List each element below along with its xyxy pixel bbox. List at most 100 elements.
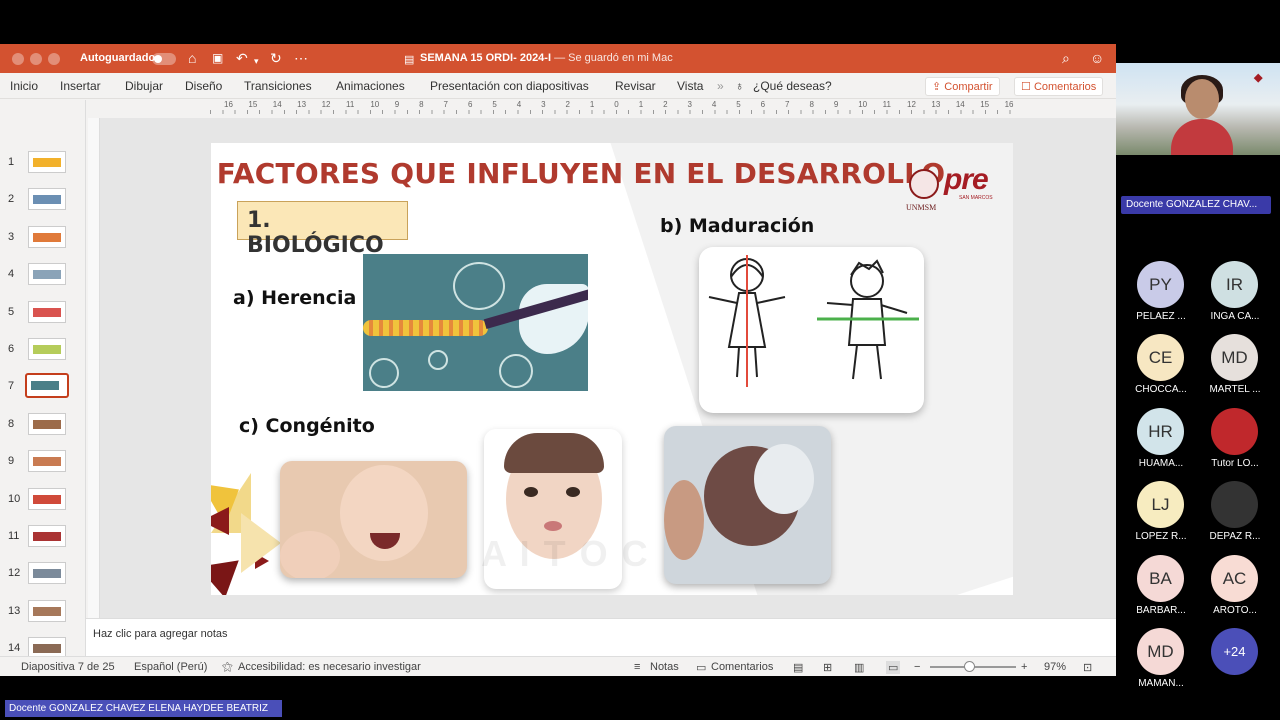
slide-preview <box>28 225 66 248</box>
participant-tile[interactable]: +24 <box>1201 628 1271 694</box>
participant-tile[interactable]: AC AROTO... <box>1201 554 1271 621</box>
slide-preview <box>25 373 69 399</box>
slide-thumbnail[interactable]: 12 <box>0 559 86 589</box>
slide-7[interactable]: FACTORES QUE INFLUYEN EN EL DESARROLLO U… <box>211 143 1013 595</box>
slide-sorter-icon[interactable]: ⊞ <box>823 661 832 674</box>
slideshow-icon[interactable]: ▭ <box>886 661 901 674</box>
organ-circle-icon <box>499 354 533 388</box>
slide-thumbnail[interactable]: 9 <box>0 447 86 477</box>
slide-preview <box>28 412 66 435</box>
tab-revisar[interactable]: Revisar <box>615 79 656 93</box>
brain-circle-icon <box>369 358 399 388</box>
redo-icon[interactable]: ↻ <box>270 50 282 66</box>
tab-animaciones[interactable]: Animaciones <box>336 79 405 93</box>
slide-thumbnail[interactable]: 5 <box>0 298 86 328</box>
tab-dibujar[interactable]: Dibujar <box>125 79 163 93</box>
logo-pre-text: pre <box>944 163 989 196</box>
account-icon[interactable]: ☺ <box>1090 50 1104 66</box>
slide-thumbnail[interactable]: 11 <box>0 522 86 552</box>
participant-avatar: CE <box>1137 334 1184 382</box>
zoom-slider-handle[interactable] <box>964 661 975 672</box>
lightbulb-icon: ♁ <box>735 79 744 93</box>
slide-thumbnail[interactable]: 10 <box>0 485 86 515</box>
participant-name: HUAMA... <box>1138 457 1184 469</box>
ruler-label: 0 <box>614 100 619 109</box>
participant-tile[interactable]: PY PELAEZ ... <box>1127 261 1197 327</box>
zoom-out-icon[interactable]: − <box>914 661 920 673</box>
slide-thumbnail[interactable]: 8 <box>0 410 86 440</box>
notes-pane[interactable]: Haz clic para agregar notas <box>86 618 1116 656</box>
slide-preview <box>28 263 66 286</box>
share-button[interactable]: ⇪ Compartir <box>925 77 1000 96</box>
participant-tile[interactable]: CE CHOCCA... <box>1127 334 1197 400</box>
ruler-label: 11 <box>345 100 355 109</box>
slide-number: 4 <box>8 268 15 281</box>
comment-icon: ☐ <box>1021 81 1031 93</box>
search-icon[interactable]: ⌕ <box>1062 50 1070 66</box>
participant-avatar: BA <box>1137 554 1184 602</box>
autosave-label: Autoguardado <box>80 52 156 64</box>
participant-tile[interactable]: LJ LOPEZ R... <box>1127 481 1197 547</box>
undo-icon[interactable]: ↶ <box>236 50 248 66</box>
close-window-button[interactable] <box>12 53 24 65</box>
participant-tile[interactable]: MD MARTEL ... <box>1201 334 1271 400</box>
slide-thumbnail[interactable]: 3 <box>0 223 86 253</box>
participant-name: BARBAR... <box>1136 604 1186 616</box>
tab-transiciones[interactable]: Transiciones <box>244 79 312 93</box>
slide-thumbnail[interactable]: 6 <box>0 335 86 365</box>
zoom-in-icon[interactable]: + <box>1021 661 1027 673</box>
participant-name: DEPAZ R... <box>1209 531 1261 543</box>
participant-tile[interactable]: BA BARBAR... <box>1127 554 1197 621</box>
save-icon[interactable]: ▣ <box>212 50 223 66</box>
comments-toggle[interactable]: Comentarios <box>711 661 773 673</box>
tab-inicio[interactable]: Inicio <box>10 79 38 93</box>
tab-diseno[interactable]: Diseño <box>185 79 222 93</box>
slide-number: 3 <box>8 230 15 243</box>
slide-thumbnail[interactable]: 13 <box>0 597 86 627</box>
slide-thumbnail[interactable]: 7 <box>0 372 86 402</box>
reading-view-icon[interactable]: ▥ <box>854 661 864 674</box>
participant-tile[interactable]: DEPAZ R... <box>1201 481 1271 547</box>
minimize-window-button[interactable] <box>30 53 42 65</box>
comments-button[interactable]: ☐ Comentarios <box>1014 77 1104 96</box>
share-icon: ⇪ <box>932 81 942 93</box>
tab-presentacion[interactable]: Presentación con diapositivas <box>430 79 589 93</box>
help-search[interactable]: ¿Qué deseas? <box>753 79 832 93</box>
autosave-toggle[interactable] <box>152 53 176 65</box>
ruler-label: 10 <box>858 100 868 109</box>
ruler-label: 15 <box>980 100 990 109</box>
tab-insertar[interactable]: Insertar <box>60 79 101 93</box>
slide-preview-content <box>33 307 61 317</box>
document-name: SEMANA 15 ORDI- 2024-I <box>420 52 552 64</box>
more-tabs-icon[interactable]: » <box>717 79 724 93</box>
participant-tile[interactable]: IR INGA CA... <box>1201 261 1271 327</box>
tab-vista[interactable]: Vista <box>677 79 703 93</box>
zoom-level[interactable]: 97% <box>1044 661 1066 673</box>
chevron-down-icon[interactable]: ▾ <box>254 53 259 69</box>
ruler-label: 4 <box>711 100 717 109</box>
normal-view-icon[interactable]: ▤ <box>793 661 803 674</box>
participant-name: LOPEZ R... <box>1135 531 1187 543</box>
speaker-video[interactable]: ◆ <box>1116 63 1280 155</box>
participant-tile[interactable]: Tutor LO... <box>1201 407 1271 474</box>
slide-thumbnail[interactable]: 2 <box>0 185 86 215</box>
notes-toggle[interactable]: Notas <box>650 661 679 673</box>
slide-preview-content <box>33 232 61 242</box>
slide-thumbnail[interactable]: 1 <box>0 148 86 178</box>
participant-avatar: MD <box>1211 334 1258 382</box>
decor-triangle <box>211 507 229 535</box>
accessibility-status[interactable]: Accesibilidad: es necesario investigar <box>238 661 421 673</box>
slide-preview-content <box>33 457 61 467</box>
participant-tile[interactable]: MD MAMAN... <box>1127 628 1197 694</box>
fit-slide-icon[interactable]: ⊡ <box>1083 661 1092 674</box>
participant-name: MAMAN... <box>1138 678 1184 689</box>
participant-tile[interactable]: HR HUAMA... <box>1127 407 1197 474</box>
slide-thumbnail[interactable]: 4 <box>0 260 86 290</box>
home-icon[interactable]: ⌂ <box>188 50 196 66</box>
language-indicator[interactable]: Español (Perú) <box>134 661 207 673</box>
participant-name: MARTEL ... <box>1209 384 1261 396</box>
more-icon[interactable]: ⋯ <box>294 50 308 66</box>
participant-avatar: LJ <box>1137 481 1184 529</box>
ruler-label: 5 <box>736 100 741 109</box>
maximize-window-button[interactable] <box>48 53 60 65</box>
